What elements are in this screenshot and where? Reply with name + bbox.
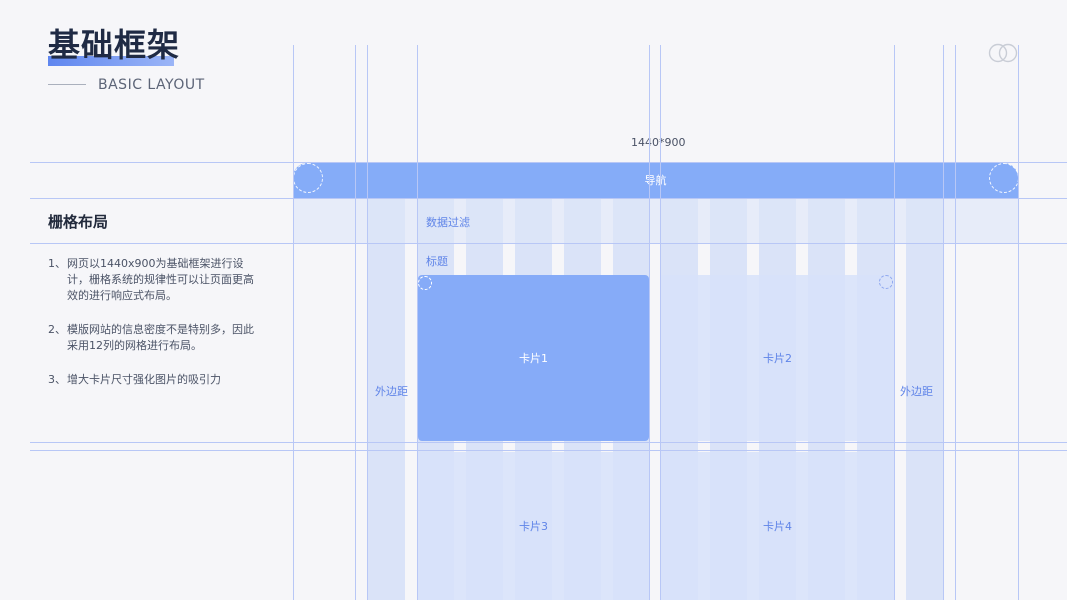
guide-line-vertical: [367, 45, 368, 600]
note-number: 3、: [48, 373, 66, 386]
guide-line-vertical: [417, 45, 418, 600]
subtitle-divider: [48, 84, 86, 85]
note-item: 2、 模版网站的信息密度不是特别多，因此采用12列的网格进行布局。: [48, 322, 258, 354]
guide-line-vertical: [660, 45, 661, 600]
card-label: 卡片4: [763, 520, 792, 533]
guide-line-horizontal: [30, 198, 1067, 199]
page-title: 基础框架: [48, 26, 181, 64]
card-2: 卡片2: [661, 275, 894, 441]
note-text: 网页以1440x900为基础框架进行设计，栅格系统的规律性可以让页面更高效的进行…: [67, 257, 254, 302]
note-text: 增大卡片尺寸强化图片的吸引力: [67, 373, 221, 386]
card-3: 卡片3: [418, 452, 649, 600]
guide-line-vertical: [355, 45, 356, 600]
heading-label: 标题: [426, 255, 448, 268]
corner-radius-marker: [989, 163, 1019, 193]
note-number: 2、: [48, 323, 66, 336]
guide-line-vertical: [955, 45, 956, 600]
canvas-dimension-label: 1440*900: [631, 136, 686, 149]
overlapping-circles-icon: [988, 43, 1018, 63]
nav-bar: 导航: [293, 163, 1018, 198]
guide-line-vertical: [943, 45, 944, 600]
guide-line-horizontal: [30, 442, 1067, 443]
grid-column: [906, 199, 943, 600]
filter-label: 数据过滤: [426, 216, 470, 229]
corner-radius-marker: [293, 163, 323, 193]
guide-line-horizontal: [30, 450, 1067, 451]
guide-line-horizontal: [30, 243, 1067, 244]
card-label: 卡片1: [519, 352, 548, 365]
filter-bar: [293, 199, 1018, 243]
section-title: 栅格布局: [48, 213, 109, 231]
corner-marker: [418, 276, 432, 290]
margin-label-right: 外边距: [900, 385, 933, 398]
note-item: 1、 网页以1440x900为基础框架进行设计，栅格系统的规律性可以让页面更高效…: [48, 256, 258, 304]
margin-label-left: 外边距: [375, 385, 408, 398]
guide-line-vertical: [894, 45, 895, 600]
note-text: 模版网站的信息密度不是特别多，因此采用12列的网格进行布局。: [67, 323, 254, 352]
card-4: 卡片4: [661, 452, 894, 600]
card-label: 卡片3: [519, 520, 548, 533]
corner-marker: [879, 275, 893, 289]
card-label: 卡片2: [763, 352, 792, 365]
card-1: 卡片1: [418, 275, 649, 441]
guide-line-vertical: [293, 45, 294, 600]
note-item: 3、 增大卡片尺寸强化图片的吸引力: [48, 372, 258, 388]
page-subtitle: BASIC LAYOUT: [98, 77, 205, 93]
nav-label: 导航: [644, 174, 667, 187]
note-number: 1、: [48, 257, 66, 270]
guide-line-vertical: [649, 45, 650, 600]
guide-line-horizontal: [30, 162, 1067, 163]
guide-line-vertical: [1018, 45, 1019, 600]
grid-column: [368, 199, 405, 600]
